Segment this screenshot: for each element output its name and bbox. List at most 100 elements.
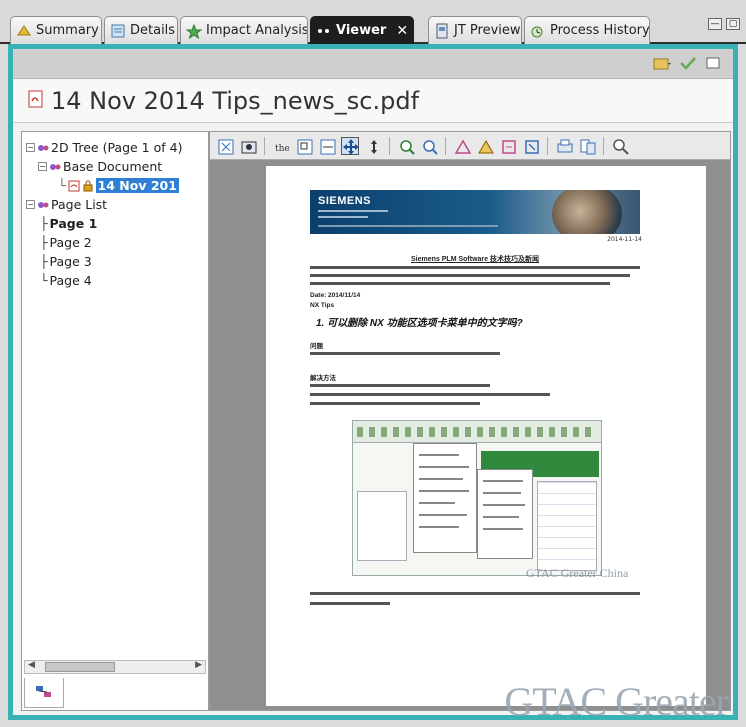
tree-node-label: Page 4 [49, 273, 92, 288]
pdf-date: 2014-11-14 [607, 236, 642, 243]
zoom-area-icon[interactable] [295, 137, 313, 155]
viewer-title-bar: 14 Nov 2014 Tips_news_sc.pdf [13, 79, 733, 123]
separator [389, 136, 390, 155]
tab-jt-preview[interactable]: JT Preview [428, 16, 522, 44]
siemens-logo: SIEMENS [318, 195, 372, 207]
pdf-solution-label: 解决方法 [310, 375, 336, 382]
markup-icon[interactable] [453, 137, 472, 155]
tree-node-page-4[interactable]: └ Page 4 [26, 271, 182, 290]
view-toolbar [13, 49, 733, 79]
separator [445, 136, 446, 155]
page-list-icon [37, 199, 49, 211]
screenshot-watermark: GTAC Greater China [526, 566, 629, 580]
scroll-left-icon[interactable]: ◀ [28, 660, 35, 670]
pdf-dataset-icon [68, 180, 80, 192]
tab-process-history-label: Process History [550, 23, 650, 38]
tree-node-page-list[interactable]: − Page List [26, 195, 182, 214]
tree-node-dataset[interactable]: └ 14 Nov 201 [26, 176, 182, 195]
text-line [310, 393, 550, 396]
text-line [310, 266, 640, 269]
viewer-icon [316, 23, 332, 39]
impact-analysis-icon [185, 23, 203, 39]
tab-process-history[interactable]: Process History [524, 16, 650, 44]
tab-jt-preview-label: JT Preview [454, 23, 521, 38]
scroll-thumb[interactable] [45, 662, 115, 672]
pdf-problem-label: 问题 [310, 343, 323, 350]
tree-node-label: Base Document [63, 159, 163, 174]
vertical-scroll-icon[interactable] [364, 137, 382, 155]
svg-text:the: the [275, 144, 290, 154]
rotate-icon[interactable] [499, 137, 517, 155]
text-line [310, 384, 490, 387]
siemens-banner: SIEMENS [310, 190, 640, 234]
text-select-icon[interactable]: the [272, 137, 290, 155]
tab-details-label: Details [130, 23, 176, 38]
tab-viewer-label: Viewer [336, 23, 387, 38]
close-icon[interactable]: ✕ [396, 23, 408, 39]
text-line [310, 402, 480, 405]
compare-icon[interactable] [578, 137, 596, 155]
view-menu-icon[interactable] [705, 55, 723, 71]
zoom-out-icon[interactable] [420, 137, 438, 155]
maximize-button[interactable]: ▢ [726, 18, 740, 30]
tab-summary-label: Summary [36, 23, 99, 38]
print-icon[interactable] [555, 137, 573, 155]
fit-width-icon[interactable] [318, 137, 336, 155]
viewer-toolbar: the [210, 132, 730, 160]
zoom-in-icon[interactable] [397, 137, 415, 155]
tree-2d-icon [37, 142, 49, 154]
layers-icon[interactable] [522, 137, 540, 155]
tab-summary[interactable]: Summary [10, 16, 102, 44]
jt-preview-icon [434, 23, 450, 39]
tab-impact-analysis[interactable]: Impact Analysis [180, 16, 308, 44]
text-line [310, 592, 640, 595]
separator [547, 136, 548, 155]
tree-node-label: 14 Nov 201 [95, 178, 179, 193]
tree-node-page-3[interactable]: ├ Page 3 [26, 252, 182, 271]
editor-tab-strip: Summary Details Impact Analysis Viewer ✕… [0, 0, 746, 44]
collapse-icon[interactable]: − [38, 162, 47, 171]
tree-node-page-2[interactable]: ├ Page 2 [26, 233, 182, 252]
structure-view-tab[interactable] [24, 678, 64, 708]
measure-icon[interactable] [476, 137, 494, 155]
tree-node-base-document[interactable]: − Base Document [26, 157, 182, 176]
tab-details[interactable]: Details [104, 16, 178, 44]
pdf-numbered-heading: 1. 可以删除 NX 功能区选项卡菜单中的文字吗? [316, 318, 523, 329]
viewer-frame: 14 Nov 2014 Tips_news_sc.pdf − 2D Tree (… [8, 44, 738, 720]
watermark: GTAC Greater [504, 679, 729, 724]
embedded-screenshot [352, 420, 602, 576]
lock-icon [82, 180, 94, 192]
tree-node-label: 2D Tree (Page 1 of 4) [51, 140, 183, 155]
process-history-icon [530, 23, 546, 39]
pan-icon[interactable] [341, 136, 359, 155]
screenshot-icon[interactable] [239, 137, 257, 155]
tree-node-2d-tree[interactable]: − 2D Tree (Page 1 of 4) [26, 138, 182, 157]
fit-page-icon[interactable] [216, 137, 234, 155]
tree-node-label: Page 2 [49, 235, 92, 250]
summary-icon [16, 23, 32, 39]
scroll-right-icon[interactable]: ▶ [195, 660, 202, 670]
pdf-heading: Siemens PLM Software 技术技巧及新闻 [411, 256, 539, 263]
folder-dropdown-icon[interactable] [653, 55, 671, 71]
tree-node-label: Page 1 [49, 216, 98, 231]
text-line [310, 352, 500, 355]
search-icon[interactable] [611, 137, 629, 155]
pdf-date-line: Date: 2014/11/14 [310, 292, 361, 299]
tree-node-page-1[interactable]: ├ Page 1 [26, 214, 182, 233]
check-icon[interactable] [679, 55, 697, 71]
pdf-nx-tips: NX Tips [310, 302, 335, 309]
horizontal-scrollbar[interactable]: ◀ ▶ [24, 660, 206, 674]
document-icon [49, 161, 61, 173]
minimize-button[interactable]: — [708, 18, 722, 30]
tab-viewer[interactable]: Viewer ✕ [310, 16, 414, 44]
pdf-page: SIEMENS 2014-11-14 Siemens PLM Software … [266, 166, 706, 706]
separator [264, 136, 265, 155]
structure-tree-panel: − 2D Tree (Page 1 of 4) − Base Document … [21, 131, 209, 711]
tab-impact-analysis-label: Impact Analysis [206, 23, 308, 38]
pdf-file-icon [27, 89, 45, 112]
tree-node-label: Page List [51, 197, 108, 212]
collapse-icon[interactable]: − [26, 143, 35, 152]
banner-photo [552, 190, 622, 234]
collapse-icon[interactable]: − [26, 200, 35, 209]
text-line [310, 274, 630, 277]
